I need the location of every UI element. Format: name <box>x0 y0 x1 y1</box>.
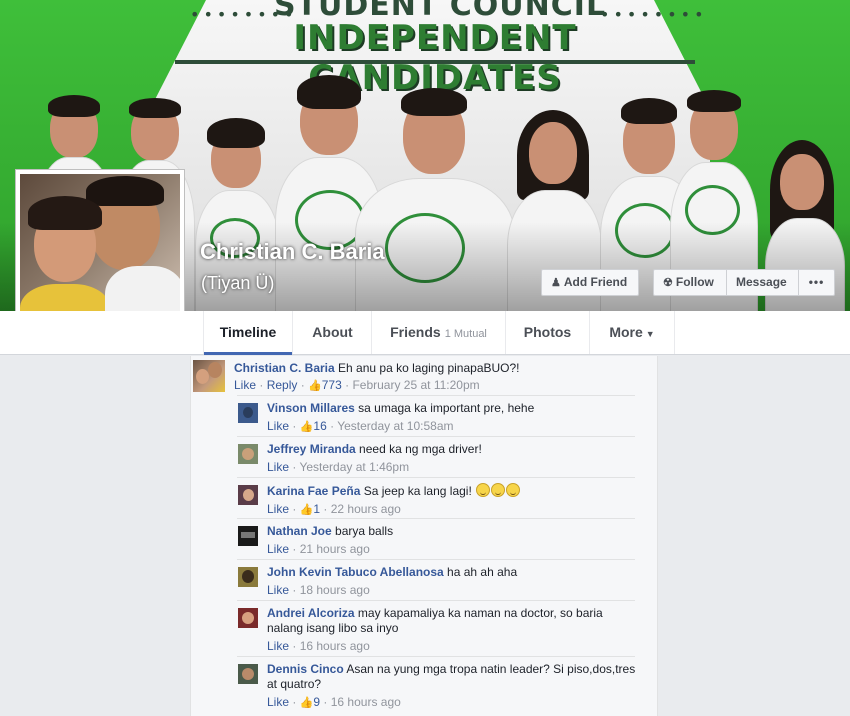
tab-about[interactable]: About <box>294 311 372 354</box>
reply-author[interactable]: Nathan Joe <box>267 524 332 538</box>
tab-friends[interactable]: Friends 1 Mutual <box>372 311 506 354</box>
laughing-emoji-icon <box>476 483 491 497</box>
like-count[interactable]: 1 <box>313 502 320 516</box>
reply-timestamp[interactable]: Yesterday at 1:46pm <box>299 460 409 474</box>
tab-more-label: More <box>609 324 643 340</box>
reply-timestamp[interactable]: 21 hours ago <box>300 542 370 556</box>
like-link[interactable]: Like <box>267 502 289 516</box>
tab-photos-label: Photos <box>523 324 572 340</box>
profile-nickname: (Tiyan Ü) <box>201 273 275 293</box>
ellipsis-icon: ••• <box>808 275 825 289</box>
avatar[interactable] <box>238 608 258 628</box>
profile-name[interactable]: Christian C. Baria <box>200 239 385 265</box>
reply-item: Vinson Millares sa umaga ka important pr… <box>237 395 635 436</box>
add-friend-button[interactable]: ♟ Add Friend <box>541 269 639 296</box>
avatar[interactable] <box>238 567 258 587</box>
reply-item: Jeffrey Miranda need ka ng mga driver! L… <box>237 436 635 477</box>
add-friend-label: Add Friend <box>563 275 628 289</box>
like-link[interactable]: Like <box>234 378 256 392</box>
reply-author[interactable]: Karina Fae Peña <box>267 484 360 498</box>
like-link[interactable]: Like <box>267 583 289 597</box>
avatar[interactable] <box>238 664 258 684</box>
reply-timestamp[interactable]: 16 hours ago <box>300 639 370 653</box>
reply-author[interactable]: Andrei Alcoriza <box>267 606 355 620</box>
comment-author[interactable]: Christian C. Baria <box>234 361 335 375</box>
reply-text: barya balls <box>335 524 394 538</box>
avatar[interactable] <box>193 360 225 392</box>
message-label: Message <box>736 275 787 289</box>
like-count[interactable]: 16 <box>313 419 326 433</box>
like-link[interactable]: Like <box>267 419 289 433</box>
thumbs-up-icon: 👍 <box>299 697 314 709</box>
reply-item: John Kevin Tabuco Abellanosa ha ah ah ah… <box>237 559 635 600</box>
reply-item: Karina Fae Peña Sa jeep ka lang lagi! Li… <box>237 477 635 518</box>
avatar[interactable] <box>238 485 258 505</box>
follow-button[interactable]: ☢ Follow <box>653 269 727 296</box>
tab-timeline-label: Timeline <box>219 324 277 340</box>
avatar[interactable] <box>238 403 258 423</box>
tab-timeline[interactable]: Timeline <box>203 311 293 355</box>
reply-item: Dennis Cinco Asan na yung mga tropa nati… <box>237 656 635 712</box>
comment-timestamp[interactable]: February 25 at 11:20pm <box>352 378 479 392</box>
avatar[interactable] <box>238 444 258 464</box>
like-link[interactable]: Like <box>267 639 289 653</box>
reply-text: sa umaga ka important pre, hehe <box>358 401 535 415</box>
thumbs-up-icon: 👍 <box>299 421 314 433</box>
reply-text: Sa jeep ka lang lagi! <box>363 484 472 498</box>
comment-text: Eh anu pa ko laging pinapaBUO?! <box>338 361 520 375</box>
avatar[interactable] <box>238 526 258 546</box>
reply-timestamp[interactable]: 18 hours ago <box>300 583 370 597</box>
reply-text: ha ah ah aha <box>447 565 518 579</box>
profile-nav-bar: Timeline About Friends 1 Mutual Photos Mo… <box>0 311 850 355</box>
reply-author[interactable]: Jeffrey Miranda <box>267 442 356 456</box>
tab-photos[interactable]: Photos <box>506 311 590 354</box>
banner-title-independent-candidates: INDEPENDENT CANDIDATES <box>293 18 577 98</box>
reply-timestamp[interactable]: 22 hours ago <box>331 502 401 516</box>
reply-text: need ka ng mga driver! <box>359 442 482 456</box>
comment: Christian C. Baria Eh anu pa ko laging p… <box>191 356 657 396</box>
tab-about-label: About <box>312 324 353 340</box>
message-button[interactable]: Message <box>726 269 799 296</box>
reply-item: Andrei Alcoriza may kapamaliya ka naman … <box>237 600 635 656</box>
active-tab-indicator <box>204 352 292 355</box>
reply-timestamp[interactable]: Yesterday at 10:58am <box>337 419 453 433</box>
reply-link[interactable]: Reply <box>267 378 298 392</box>
person-plus-icon: ♟ <box>551 277 561 289</box>
thumbs-up-icon: 👍 <box>299 504 314 516</box>
like-link[interactable]: Like <box>267 695 289 709</box>
thumbs-up-icon: 👍 <box>308 380 322 392</box>
like-link[interactable]: Like <box>267 460 289 474</box>
caret-down-icon: ▼ <box>645 329 655 339</box>
tab-more[interactable]: More ▼ <box>590 311 675 354</box>
mutual-friends-count: 1 Mutual <box>444 328 487 340</box>
reply-timestamp[interactable]: 16 hours ago <box>331 695 401 709</box>
tab-friends-label: Friends <box>390 324 441 340</box>
comments-panel: Christian C. Baria Eh anu pa ko laging p… <box>190 356 658 716</box>
follow-label: Follow <box>675 275 714 289</box>
reply-item: Nathan Joe barya balls Like · 21 hours a… <box>237 518 635 559</box>
laughing-emoji-icon <box>491 483 506 497</box>
reply-author[interactable]: Vinson Millares <box>267 401 355 415</box>
more-options-button[interactable]: ••• <box>798 269 835 296</box>
profile-picture-image <box>20 174 180 334</box>
rss-icon: ☢ <box>663 277 673 289</box>
like-link[interactable]: Like <box>267 542 289 556</box>
like-count[interactable]: 773 <box>322 378 342 392</box>
like-count[interactable]: 9 <box>313 695 320 709</box>
laughing-emoji-icon <box>506 483 521 497</box>
reply-author[interactable]: Dennis Cinco <box>267 662 344 676</box>
reply-author[interactable]: John Kevin Tabuco Abellanosa <box>267 565 444 579</box>
